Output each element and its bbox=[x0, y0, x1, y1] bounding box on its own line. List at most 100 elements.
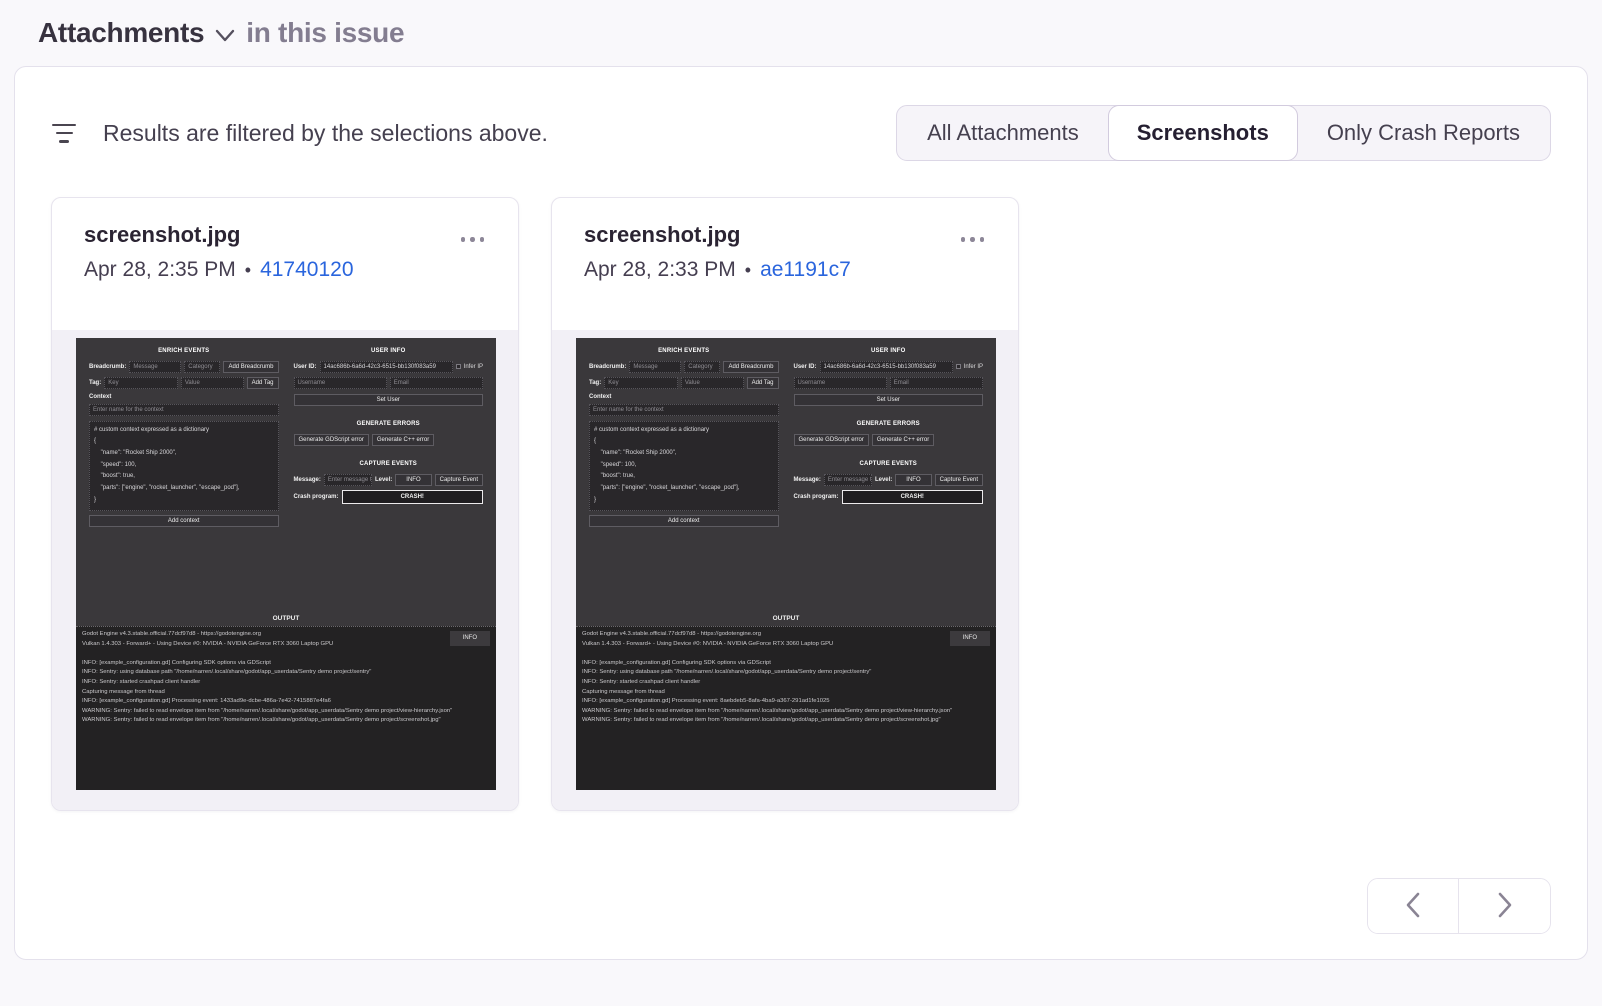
mini-capture-event-button: Capture Event bbox=[435, 474, 483, 486]
mini-key-input: Key bbox=[104, 377, 178, 389]
mini-add-context-button: Add context bbox=[589, 515, 779, 527]
attachment-date: Apr 28, 2:33 PM bbox=[584, 258, 736, 282]
mini-enrich-column: ENRICH EVENTS Breadcrumb: Message Catego… bbox=[89, 345, 279, 610]
mini-context-name-input: Enter name for the context bbox=[589, 404, 779, 416]
log-line: INFO: [example_configuration.gd] Configu… bbox=[82, 659, 490, 669]
attachment-meta: Apr 28, 2:33 PM • ae1191c7 bbox=[584, 258, 851, 282]
chevron-left-icon bbox=[1405, 892, 1421, 921]
mini-value-input: Value bbox=[181, 377, 244, 389]
page-title[interactable]: Attachments bbox=[38, 17, 204, 49]
mini-user-column: USER INFO User ID: 14ac686b-6a6d-42c3-65… bbox=[294, 345, 484, 610]
mini-app-panels: ENRICH EVENTS Breadcrumb: Message Catego… bbox=[576, 338, 996, 610]
log-line: Capturing message from thread bbox=[82, 688, 490, 698]
mini-value-input: Value bbox=[681, 377, 744, 389]
filter-lines-icon bbox=[51, 124, 77, 143]
mini-category-input: Category bbox=[184, 361, 220, 373]
card-header: screenshot.jpg Apr 28, 2:33 PM • ae1191c… bbox=[552, 198, 1018, 330]
attachment-type-tabs: All Attachments Screenshots Only Crash R… bbox=[896, 105, 1551, 161]
event-id-link[interactable]: ae1191c7 bbox=[760, 258, 851, 282]
mini-output-title: OUTPUT bbox=[576, 610, 996, 626]
mini-gdscript-error-button: Generate GDScript error bbox=[294, 434, 369, 446]
attachment-filename: screenshot.jpg bbox=[584, 222, 851, 248]
chevron-down-icon[interactable] bbox=[215, 29, 235, 42]
mini-email-input: Email bbox=[890, 377, 983, 389]
mini-add-tag-button: Add Tag bbox=[747, 377, 779, 389]
card-overflow-menu-button[interactable] bbox=[459, 222, 487, 252]
mini-user-id-input: 14ac686b-6a6d-42c3-6515-bb130f083a59 bbox=[320, 361, 453, 373]
mini-tag-label: Tag: bbox=[89, 380, 101, 386]
ellipsis-icon bbox=[461, 237, 485, 242]
attachment-card-list: screenshot.jpg Apr 28, 2:35 PM • 4174012… bbox=[51, 197, 1551, 811]
mini-user-info-title: USER INFO bbox=[794, 345, 984, 356]
mini-key-input: Key bbox=[604, 377, 678, 389]
mini-user-column: USER INFO User ID: 14ac686b-6a6d-42c3-65… bbox=[794, 345, 984, 610]
attachment-thumbnail[interactable]: ENRICH EVENTS Breadcrumb: Message Catego… bbox=[52, 330, 518, 811]
mini-enrich-column: ENRICH EVENTS Breadcrumb: Message Catego… bbox=[589, 345, 779, 610]
log-line: INFO: [example_configuration.gd] Configu… bbox=[582, 659, 990, 669]
card-overflow-menu-button[interactable] bbox=[959, 222, 987, 252]
mini-infer-ip-label: Infer IP bbox=[464, 364, 483, 370]
mini-context-code: # custom context expressed as a dictiona… bbox=[589, 421, 779, 511]
attachment-meta: Apr 28, 2:35 PM • 41740120 bbox=[84, 258, 354, 282]
mini-app-panels: ENRICH EVENTS Breadcrumb: Message Catego… bbox=[76, 338, 496, 610]
mini-tag-label: Tag: bbox=[589, 380, 601, 386]
filter-message: Results are filtered by the selections a… bbox=[103, 120, 548, 147]
mini-category-input: Category bbox=[684, 361, 720, 373]
mini-infer-ip-checkbox bbox=[456, 364, 461, 369]
ellipsis-icon bbox=[961, 237, 985, 242]
mini-gdscript-error-button: Generate GDScript error bbox=[794, 434, 869, 446]
screenshot-preview: ENRICH EVENTS Breadcrumb: Message Catego… bbox=[576, 338, 996, 790]
mini-capture-events-title: CAPTURE EVENTS bbox=[794, 458, 984, 469]
mini-infer-ip-checkbox bbox=[956, 364, 961, 369]
attachment-thumbnail[interactable]: ENRICH EVENTS Breadcrumb: Message Catego… bbox=[552, 330, 1018, 811]
filter-row: Results are filtered by the selections a… bbox=[51, 105, 1551, 161]
attachment-card: screenshot.jpg Apr 28, 2:35 PM • 4174012… bbox=[51, 197, 519, 811]
mini-set-user-button: Set User bbox=[794, 394, 984, 406]
mini-context-label: Context bbox=[589, 394, 779, 400]
mini-level-label: Level: bbox=[375, 477, 392, 483]
mini-add-tag-button: Add Tag bbox=[247, 377, 279, 389]
mini-enrich-title: ENRICH EVENTS bbox=[89, 345, 279, 356]
mini-output-log: INFO Godot Engine v4.3.stable.official.7… bbox=[576, 626, 996, 790]
mini-cpp-error-button: Generate C++ error bbox=[872, 434, 934, 446]
next-page-button[interactable] bbox=[1459, 879, 1550, 933]
log-line: Vulkan 1.4.303 - Forward+ - Using Device… bbox=[582, 640, 990, 650]
mini-message-input: Message bbox=[629, 361, 681, 373]
log-line: WARNING: Sentry: failed to read envelope… bbox=[582, 716, 990, 726]
mini-level-label: Level: bbox=[875, 477, 892, 483]
mini-context-name-input: Enter name for the context bbox=[89, 404, 279, 416]
log-line: INFO: Sentry: using database path "/home… bbox=[582, 668, 990, 678]
mini-level-dropdown: INFO bbox=[895, 474, 931, 486]
mini-output-log: INFO Godot Engine v4.3.stable.official.7… bbox=[76, 626, 496, 790]
mini-log-level-dropdown: INFO bbox=[950, 631, 990, 646]
mini-breadcrumb-label: Breadcrumb: bbox=[89, 364, 126, 370]
mini-log-level-dropdown: INFO bbox=[450, 631, 490, 646]
attachments-panel: Results are filtered by the selections a… bbox=[14, 66, 1588, 960]
mini-generate-errors-title: GENERATE ERRORS bbox=[794, 418, 984, 429]
mini-crash-button: CRASH! bbox=[842, 490, 983, 504]
page-header: Attachments in this issue bbox=[0, 0, 1602, 66]
mini-enrich-title: ENRICH EVENTS bbox=[589, 345, 779, 356]
log-line bbox=[582, 649, 990, 659]
mini-email-input: Email bbox=[390, 377, 483, 389]
card-header: screenshot.jpg Apr 28, 2:35 PM • 4174012… bbox=[52, 198, 518, 330]
tab-all-attachments[interactable]: All Attachments bbox=[897, 106, 1109, 160]
log-line: WARNING: Sentry: failed to read envelope… bbox=[82, 707, 490, 717]
log-line: Vulkan 1.4.303 - Forward+ - Using Device… bbox=[82, 640, 490, 650]
mini-output-title: OUTPUT bbox=[76, 610, 496, 626]
mini-crash-label: Crash program: bbox=[294, 494, 339, 500]
mini-infer-ip-label: Infer IP bbox=[964, 364, 983, 370]
attachment-card: screenshot.jpg Apr 28, 2:33 PM • ae1191c… bbox=[551, 197, 1019, 811]
mini-level-dropdown: INFO bbox=[395, 474, 431, 486]
log-line bbox=[82, 649, 490, 659]
mini-message-input: Message bbox=[129, 361, 181, 373]
log-line: INFO: Sentry: started crashpad client ha… bbox=[582, 678, 990, 688]
tab-only-crash-reports[interactable]: Only Crash Reports bbox=[1297, 106, 1550, 160]
log-line: INFO: [example_configuration.gd] Process… bbox=[82, 697, 490, 707]
event-id-link[interactable]: 41740120 bbox=[260, 258, 353, 282]
mini-message-label: Message: bbox=[294, 477, 321, 483]
mini-add-breadcrumb-button: Add Breadcrumb bbox=[723, 361, 778, 373]
tab-screenshots[interactable]: Screenshots bbox=[1108, 105, 1298, 161]
previous-page-button[interactable] bbox=[1368, 879, 1459, 933]
mini-generate-errors-title: GENERATE ERRORS bbox=[294, 418, 484, 429]
